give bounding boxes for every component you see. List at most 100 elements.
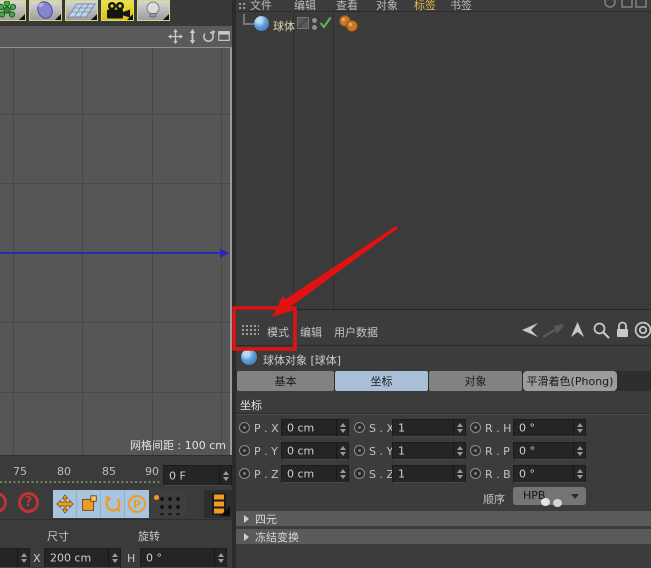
am-forward-icon[interactable] xyxy=(542,323,564,338)
px-stepper[interactable] xyxy=(336,420,348,436)
x-axis-line xyxy=(0,252,222,254)
am-lock-icon[interactable] xyxy=(615,321,630,339)
expand-arrow-icon xyxy=(244,533,249,541)
rotation-h-field[interactable]: 0 ° xyxy=(140,548,227,568)
om-menu-file[interactable]: 文件 xyxy=(250,0,272,12)
sx-stepper[interactable] xyxy=(453,420,465,436)
am-menu-edit[interactable]: 编辑 xyxy=(300,324,322,340)
keyframe-position-toggle[interactable] xyxy=(53,490,77,518)
rp-field[interactable]: 0 ° xyxy=(513,442,586,460)
viewport-maximize-icon[interactable] xyxy=(217,29,231,43)
cursor-dot xyxy=(553,499,562,507)
am-search-icon[interactable] xyxy=(592,321,610,339)
timeline-tick-label: 75 xyxy=(13,465,27,478)
am-menu-mode[interactable]: 模式 xyxy=(267,324,289,340)
enabled-check-icon[interactable] xyxy=(319,16,332,29)
rb-field[interactable]: 0 ° xyxy=(513,465,586,483)
render-visibility-dot[interactable] xyxy=(312,25,317,30)
tab-coordinates[interactable]: 坐标 xyxy=(335,371,428,391)
py-field[interactable]: 0 cm xyxy=(281,442,349,460)
tab-object[interactable]: 对象 xyxy=(429,371,522,391)
sz-keyframe-radio[interactable] xyxy=(354,468,365,479)
px-keyframe-radio[interactable] xyxy=(239,422,250,433)
render-preview-button[interactable] xyxy=(204,490,233,518)
keyframe-scale-toggle[interactable] xyxy=(77,490,101,518)
om-menu-object[interactable]: 对象 xyxy=(376,0,398,12)
position-x-field-cut[interactable] xyxy=(0,548,30,568)
am-grip-icon[interactable] xyxy=(241,324,259,337)
position-x-stepper[interactable] xyxy=(17,549,29,567)
rh-field[interactable]: 0 ° xyxy=(513,419,586,437)
sx-field[interactable]: 1 xyxy=(392,419,466,437)
panel-grip-icon[interactable] xyxy=(238,2,247,11)
rp-keyframe-radio[interactable] xyxy=(470,445,481,456)
cinema4d-window: 网格间距 : 100 cm 75 80 85 90 0 F ? xyxy=(0,0,651,568)
size-x-field[interactable]: 200 cm xyxy=(44,548,121,568)
timeline-tick-label: 85 xyxy=(102,465,116,478)
record-keyframe-button[interactable] xyxy=(0,492,7,513)
sy-field[interactable]: 1 xyxy=(392,442,466,460)
quaternion-section-header[interactable]: 四元 xyxy=(236,511,651,526)
viewport[interactable]: 网格间距 : 100 cm xyxy=(0,48,232,455)
freeze-transform-section-header[interactable]: 冻结变换 xyxy=(236,529,651,544)
timeline-ruler[interactable]: 75 80 85 90 0 F xyxy=(0,455,232,488)
sx-keyframe-radio[interactable] xyxy=(354,422,365,433)
object-manager[interactable]: 球体 xyxy=(236,12,651,310)
om-search-icon[interactable] xyxy=(602,0,648,10)
rh-label: R . H xyxy=(485,422,511,435)
sz-stepper[interactable] xyxy=(453,466,465,482)
om-menu-bookmarks[interactable]: 书签 xyxy=(450,0,472,12)
tab-basic[interactable]: 基本 xyxy=(237,371,334,391)
metaball-object-button[interactable] xyxy=(29,0,62,21)
order-dropdown[interactable]: HPB xyxy=(513,487,586,505)
object-name[interactable]: 球体 xyxy=(273,18,295,34)
sz-field[interactable]: 1 xyxy=(392,465,466,483)
sy-stepper[interactable] xyxy=(453,443,465,459)
keyframe-parameter-toggle[interactable]: P xyxy=(125,490,149,518)
rh-keyframe-radio[interactable] xyxy=(470,422,481,433)
pz-keyframe-radio[interactable] xyxy=(239,468,250,479)
hierarchy-branch-icon xyxy=(241,14,255,28)
phong-tag-icon[interactable] xyxy=(338,15,358,32)
viewport-dolly-icon[interactable] xyxy=(185,29,200,44)
am-back-icon[interactable] xyxy=(520,322,539,338)
tab-phong[interactable]: 平滑着色(Phong) xyxy=(523,371,617,391)
camera-object-button[interactable] xyxy=(101,0,134,21)
om-menu-edit[interactable]: 编辑 xyxy=(294,0,316,12)
editor-visibility-dot[interactable] xyxy=(312,18,317,23)
timeline-frame-ticks xyxy=(0,481,160,483)
floor-object-button[interactable] xyxy=(65,0,98,21)
om-menu-tags[interactable]: 标签 xyxy=(414,0,436,12)
light-object-button[interactable] xyxy=(137,0,170,21)
coordinate-manager: 尺寸 旋转 X 200 cm H 0 ° xyxy=(0,519,232,568)
size-x-stepper[interactable] xyxy=(108,549,120,567)
sphere-object-icon[interactable] xyxy=(254,16,269,31)
px-field[interactable]: 0 cm xyxy=(281,419,349,437)
pz-field[interactable]: 0 cm xyxy=(281,465,349,483)
layer-swatch[interactable] xyxy=(297,17,309,29)
keyframe-pla-toggle[interactable] xyxy=(150,490,186,518)
py-keyframe-radio[interactable] xyxy=(239,445,250,456)
viewport-rotate-icon[interactable] xyxy=(201,29,216,44)
rb-stepper[interactable] xyxy=(573,466,585,482)
viewport-pan-icon[interactable] xyxy=(168,29,183,44)
freeze-transform-section-label: 冻结变换 xyxy=(255,529,299,545)
cursor-dot xyxy=(541,498,550,506)
om-menu-view[interactable]: 查看 xyxy=(336,0,358,12)
sy-keyframe-radio[interactable] xyxy=(354,445,365,456)
rotation-h-stepper[interactable] xyxy=(214,549,226,567)
current-frame-field[interactable]: 0 F xyxy=(163,465,232,486)
am-up-icon[interactable] xyxy=(570,322,585,338)
rb-keyframe-radio[interactable] xyxy=(470,468,481,479)
pz-stepper[interactable] xyxy=(336,466,348,482)
array-object-button[interactable] xyxy=(0,0,26,21)
am-menu-userdata[interactable]: 用户数据 xyxy=(334,324,378,340)
rp-stepper[interactable] xyxy=(573,443,585,459)
py-stepper[interactable] xyxy=(336,443,348,459)
autokey-help-button[interactable]: ? xyxy=(18,492,39,513)
keyframe-rotation-toggle[interactable] xyxy=(101,490,125,518)
am-target-icon[interactable] xyxy=(634,321,651,339)
frame-stepper[interactable] xyxy=(219,466,231,485)
rh-stepper[interactable] xyxy=(573,420,585,436)
submenu-corner xyxy=(127,14,133,20)
